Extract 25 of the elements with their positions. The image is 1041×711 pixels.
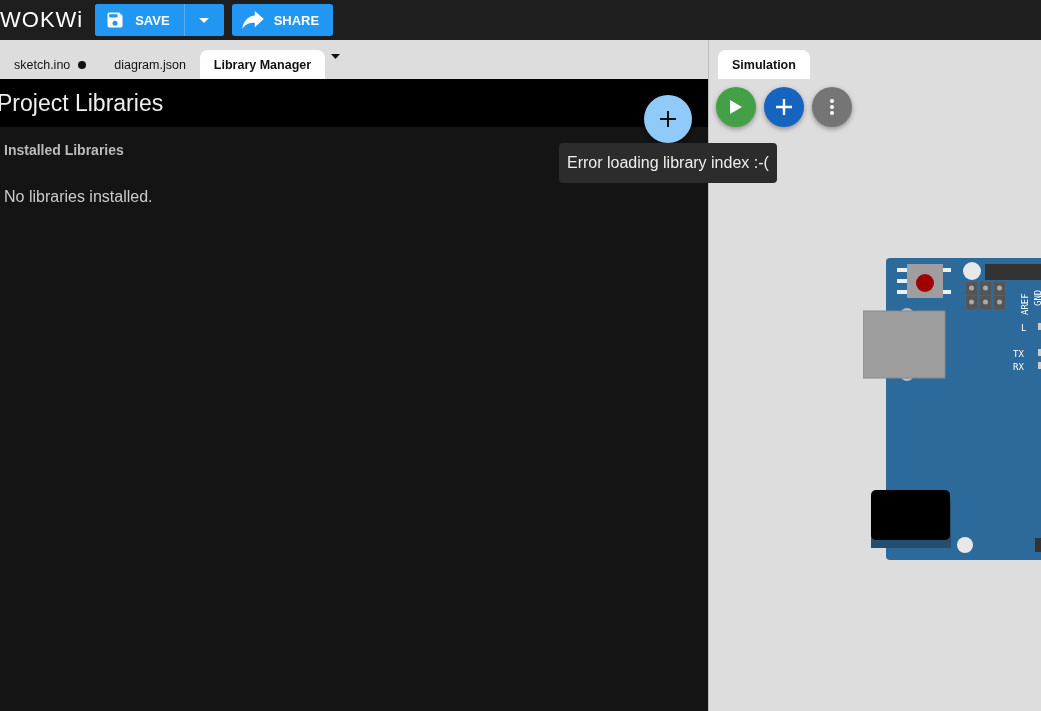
- plus-icon: [660, 111, 676, 127]
- caret-icon[interactable]: [331, 54, 341, 59]
- floppy-icon: [105, 10, 126, 30]
- add-part-button[interactable]: [764, 87, 804, 127]
- share-arrow-icon: [241, 11, 264, 29]
- empty-message: No libraries installed.: [4, 188, 154, 206]
- board-label: GND: [1033, 289, 1041, 306]
- more-icon: [830, 99, 834, 115]
- caret-icon: [199, 17, 210, 23]
- logo: WOKWi: [0, 7, 84, 33]
- editor-tab[interactable]: Library Manager: [199, 50, 326, 79]
- board-label: AREF: [1020, 293, 1030, 315]
- play-button[interactable]: [716, 87, 756, 127]
- board-label: L: [1021, 323, 1027, 333]
- tooltip: Error loading library index :-(: [559, 143, 777, 183]
- more-button[interactable]: [812, 87, 852, 127]
- board-label: RX: [1013, 362, 1024, 372]
- editor-tab[interactable]: sketch.ino: [0, 50, 101, 79]
- play-icon: [730, 100, 742, 114]
- editor-tab[interactable]: diagram.json: [100, 50, 200, 79]
- plus-icon: [776, 99, 792, 115]
- board-label: TX: [1013, 349, 1024, 359]
- unsaved-dot: [78, 60, 87, 69]
- section-heading: Installed Libraries: [4, 142, 125, 158]
- simulation-tab[interactable]: Simulation: [718, 50, 810, 79]
